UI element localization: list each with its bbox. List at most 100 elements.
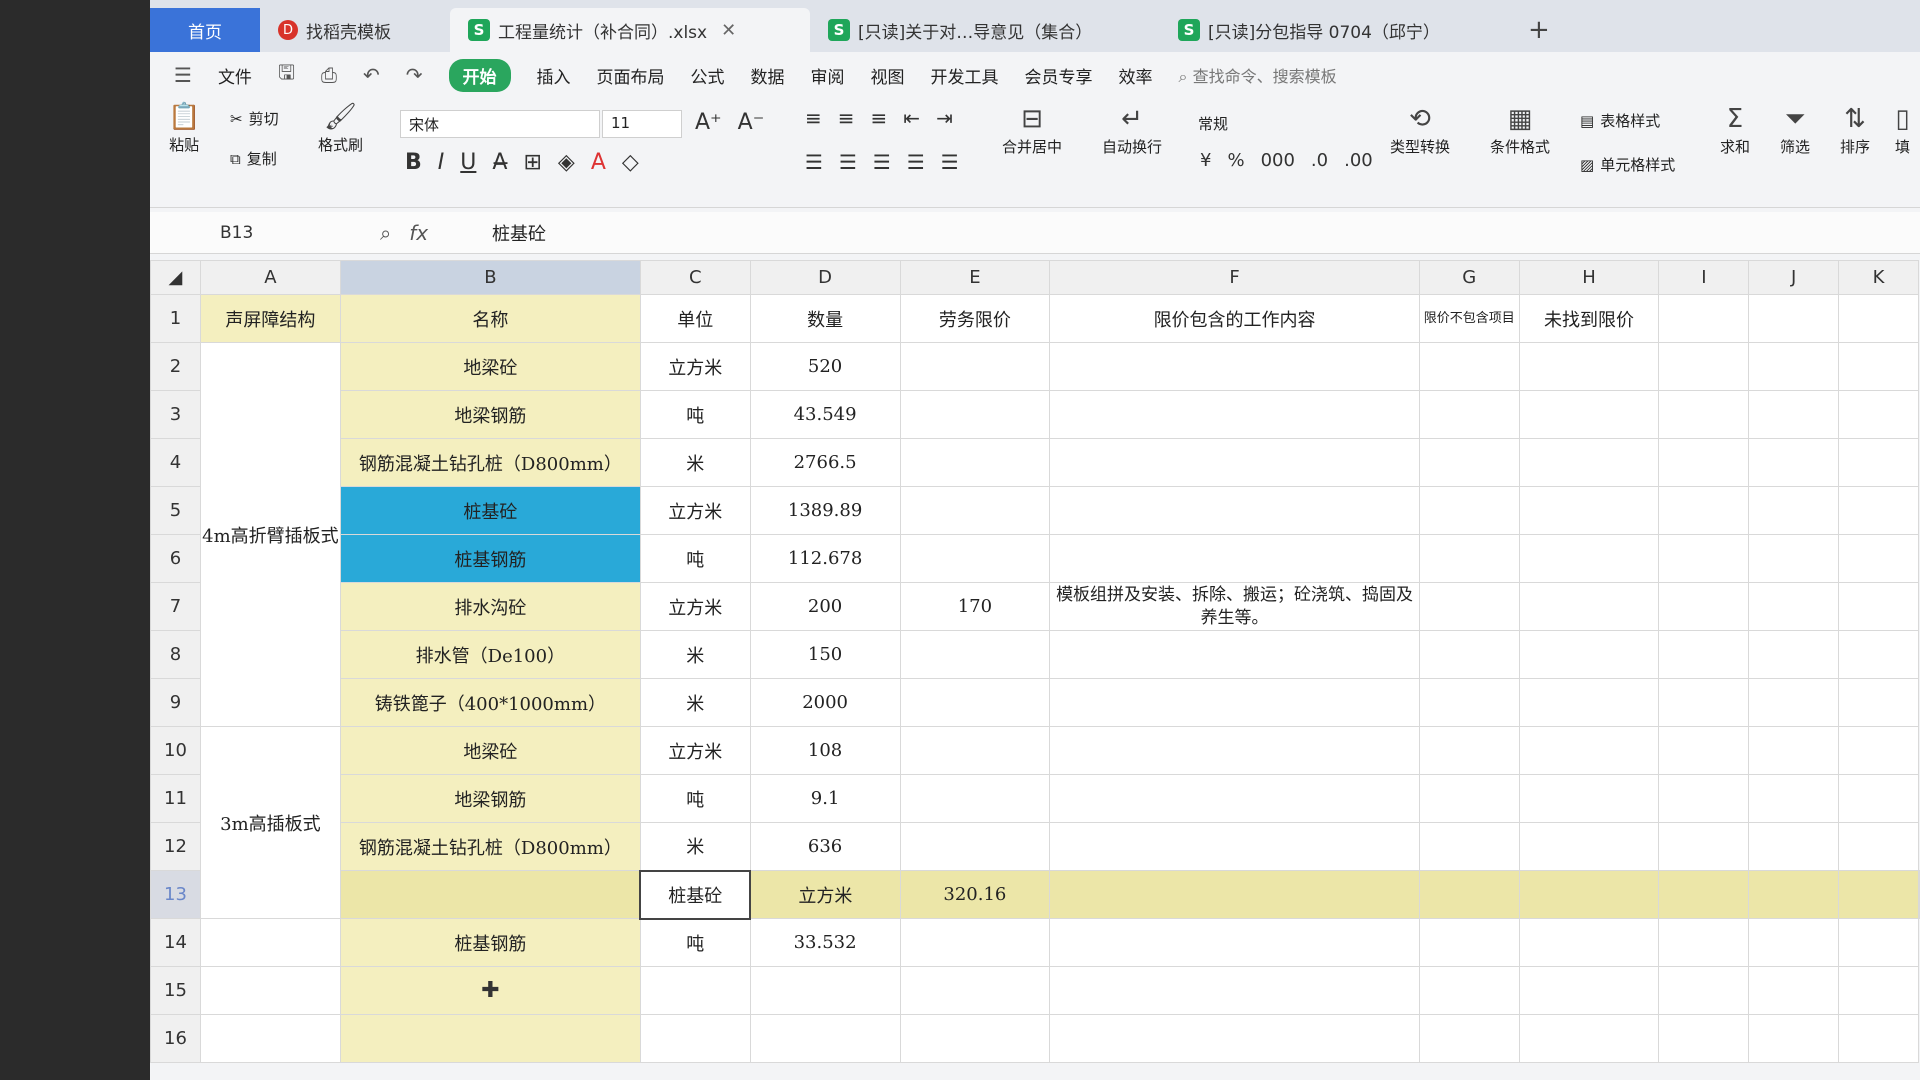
cell[interactable]	[1838, 678, 1919, 727]
cell[interactable]	[899, 822, 1051, 871]
font-color-icon[interactable]: A	[591, 150, 606, 175]
cell[interactable]	[1049, 534, 1420, 583]
tab-template[interactable]: D 找稻壳模板	[260, 8, 450, 52]
align-center-icon[interactable]: ☰	[839, 150, 857, 174]
cell[interactable]	[199, 918, 341, 967]
cell-name[interactable]: 桩基钢筋	[339, 918, 641, 967]
cell[interactable]	[1518, 342, 1660, 391]
cell-content[interactable]: 模板组拼及安装、拆除、搬运；砼浇筑、捣固及养生等。	[1049, 582, 1420, 631]
cell[interactable]	[1658, 342, 1750, 391]
cell[interactable]	[1049, 870, 1420, 919]
cell[interactable]	[899, 1014, 1051, 1063]
cell-name[interactable]: 地梁钢筋	[339, 774, 641, 823]
row-header[interactable]: 11	[150, 774, 201, 823]
cell[interactable]	[1838, 342, 1919, 391]
font-family-select[interactable]: 宋体	[400, 110, 600, 138]
cell[interactable]	[1658, 486, 1750, 535]
cell-qty[interactable]: 2766.5	[749, 438, 901, 487]
cell-unit[interactable]: 吨	[639, 534, 751, 583]
filter-button[interactable]: ⏷ 筛选	[1780, 106, 1810, 157]
cell[interactable]	[1518, 822, 1660, 871]
menu-insert[interactable]: 插入	[537, 63, 571, 88]
paste-button[interactable]: 📋 粘贴	[168, 104, 200, 155]
col-header-k[interactable]: K	[1838, 260, 1919, 295]
row-header[interactable]: 15	[150, 966, 201, 1015]
cell[interactable]	[1049, 966, 1420, 1015]
format-painter-button[interactable]: 🖌 格式刷	[318, 104, 363, 155]
row-header[interactable]: 1	[150, 294, 201, 343]
cell-unit[interactable]: 吨	[639, 390, 751, 439]
cell[interactable]	[1748, 726, 1840, 775]
font-grow-icon[interactable]: A⁺	[695, 110, 722, 135]
cell-qty[interactable]: 108	[749, 726, 901, 775]
menu-view[interactable]: 视图	[871, 63, 905, 88]
print-icon[interactable]: ⎙	[321, 63, 337, 87]
cell[interactable]	[1838, 870, 1919, 919]
cell[interactable]	[1518, 966, 1660, 1015]
cell-qty[interactable]: 2000	[749, 678, 901, 727]
font-size-select[interactable]: 11	[602, 110, 682, 138]
strikethrough-icon[interactable]: A̶	[492, 150, 507, 175]
increase-decimal-icon[interactable]: .0	[1311, 150, 1328, 171]
cell[interactable]	[1049, 342, 1420, 391]
cell-qty[interactable]: 150	[749, 630, 901, 679]
eraser-icon[interactable]: ◇	[622, 150, 639, 175]
row-header[interactable]: 16	[150, 1014, 201, 1063]
cell[interactable]	[899, 966, 1051, 1015]
cell-qty[interactable]: 33.532	[749, 918, 901, 967]
row-header[interactable]: 12	[150, 822, 201, 871]
cell[interactable]	[1418, 966, 1520, 1015]
align-top-icon[interactable]: ≡	[805, 106, 822, 130]
row-header[interactable]: 7	[150, 582, 201, 631]
save-icon[interactable]: 🖫	[278, 58, 295, 92]
cell[interactable]	[1838, 966, 1919, 1015]
col-header-c[interactable]: C	[639, 260, 751, 295]
menu-file[interactable]: 文件	[218, 63, 252, 88]
undo-icon[interactable]: ↶	[363, 63, 380, 87]
cell-qty[interactable]: 636	[749, 822, 901, 871]
cell[interactable]	[1518, 486, 1660, 535]
cell[interactable]	[1838, 582, 1919, 631]
cell[interactable]	[1518, 870, 1660, 919]
cut-button[interactable]: ✂ 剪切	[230, 108, 279, 129]
cell[interactable]	[1838, 726, 1919, 775]
cell[interactable]	[639, 1014, 751, 1063]
cell[interactable]	[1049, 918, 1420, 967]
cell[interactable]	[1748, 630, 1840, 679]
cell[interactable]	[1049, 1014, 1420, 1063]
cell[interactable]	[1838, 822, 1919, 871]
indent-icon[interactable]: ⇤	[903, 106, 920, 130]
col-header-f[interactable]: F	[1049, 260, 1420, 295]
cell[interactable]	[899, 438, 1051, 487]
row-header[interactable]: 2	[150, 342, 201, 391]
cell[interactable]	[1838, 534, 1919, 583]
merge-center-button[interactable]: ⊟ 合并居中	[1002, 106, 1062, 157]
cell[interactable]	[1748, 534, 1840, 583]
cell[interactable]	[1418, 726, 1520, 775]
col-header-d[interactable]: D	[749, 260, 901, 295]
cell[interactable]	[1748, 1014, 1840, 1063]
cell[interactable]	[1658, 630, 1750, 679]
copy-button[interactable]: ⧉ 复制	[230, 148, 277, 169]
row-header[interactable]: 9	[150, 678, 201, 727]
cell[interactable]	[1658, 582, 1750, 631]
cell-qty[interactable]: 43.549	[749, 390, 901, 439]
cell[interactable]	[1049, 678, 1420, 727]
align-left-icon[interactable]: ☰	[805, 150, 823, 174]
cell[interactable]	[1518, 726, 1660, 775]
cell[interactable]	[1658, 678, 1750, 727]
cell-name[interactable]: 地梁砼	[339, 342, 641, 391]
italic-icon[interactable]: I	[438, 150, 445, 175]
cell-unit[interactable]: 立方米	[749, 870, 901, 919]
cell[interactable]	[1418, 342, 1520, 391]
cell[interactable]	[1838, 486, 1919, 535]
cell[interactable]	[1838, 438, 1919, 487]
cell[interactable]	[1748, 918, 1840, 967]
cell-qty[interactable]: 320.16	[899, 870, 1051, 919]
cell-name[interactable]: 排水管（De100）	[339, 630, 641, 679]
select-all-corner[interactable]: ◢	[150, 260, 201, 295]
fill-button[interactable]: ▯ 填	[1895, 106, 1910, 157]
cell-d1[interactable]: 数量	[749, 294, 901, 343]
menu-review[interactable]: 审阅	[811, 63, 845, 88]
cell-qty[interactable]: 200	[749, 582, 901, 631]
